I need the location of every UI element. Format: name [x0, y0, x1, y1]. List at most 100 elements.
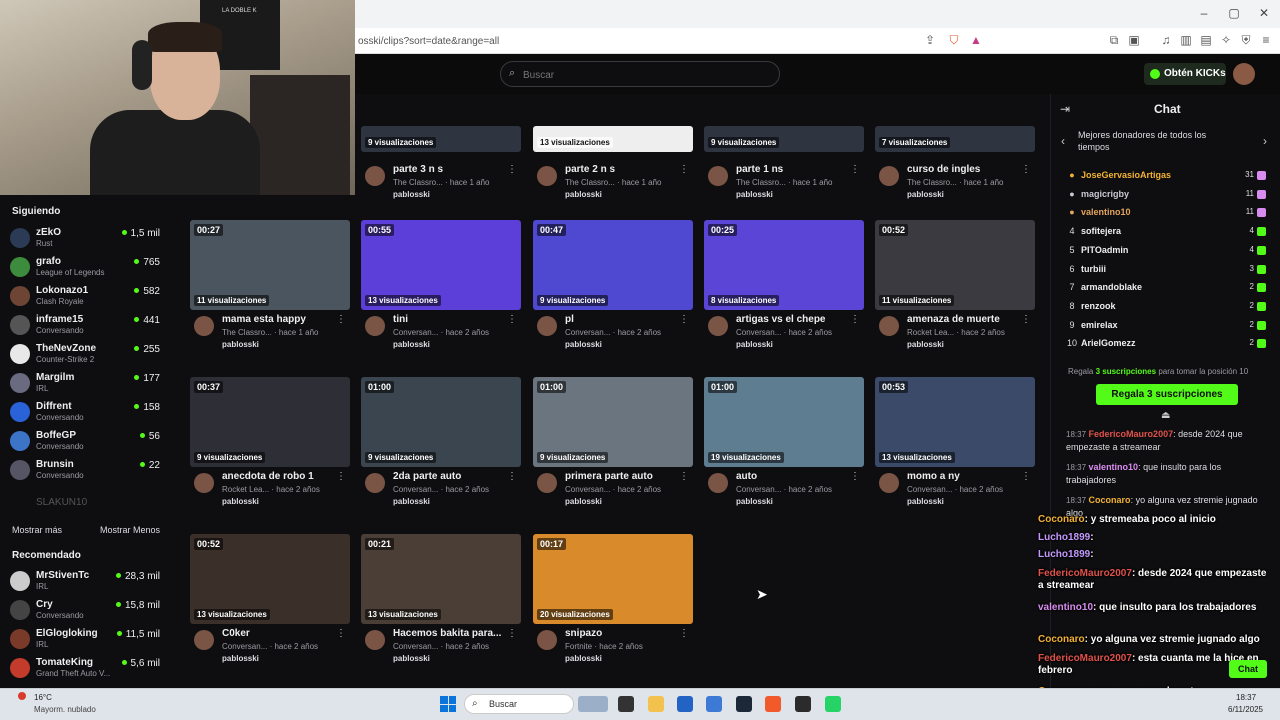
donor-name[interactable]: JoseGervasioArtigas: [1081, 170, 1171, 180]
task-view-icon[interactable]: [618, 696, 634, 712]
brave-icon[interactable]: [765, 696, 781, 712]
obs-icon[interactable]: [795, 696, 811, 712]
file-explorer-icon[interactable]: [648, 696, 664, 712]
sidebar-toggle-icon[interactable]: ▥: [1178, 33, 1194, 47]
whatsapp-icon[interactable]: [825, 696, 841, 712]
vpn-icon[interactable]: ⛨: [1238, 33, 1254, 48]
clip-title[interactable]: pl: [565, 314, 574, 325]
sidebar-channel[interactable]: Margilm IRL 177: [10, 371, 160, 400]
sidebar-channel[interactable]: inframe15 Conversando 441: [10, 313, 160, 342]
close-window-button[interactable]: ✕: [1254, 6, 1274, 20]
chevron-right-icon[interactable]: ›: [1263, 134, 1267, 148]
leo-icon[interactable]: ✧: [1218, 33, 1234, 47]
more-options-icon[interactable]: ⋮: [507, 628, 517, 639]
more-options-icon[interactable]: ⋮: [336, 471, 346, 482]
clip-card[interactable]: 00:21 13 visualizaciones Hacemos bakita pa…: [361, 534, 521, 666]
more-options-icon[interactable]: ⋮: [679, 628, 689, 639]
brave-shield-icon[interactable]: ⛉: [946, 33, 962, 48]
more-options-icon[interactable]: ⋮: [850, 314, 860, 325]
sidebar-channel[interactable]: TheNevZone Counter-Strike 2 255: [10, 342, 160, 371]
clip-card[interactable]: 00:53 13 visualizaciones momo a ny Conversa…: [875, 377, 1035, 509]
clip-card[interactable]: 00:52 11 visualizaciones amenaza de muerte…: [875, 220, 1035, 352]
windows-start-icon[interactable]: [440, 696, 456, 712]
clip-title[interactable]: 2da parte auto: [393, 471, 461, 482]
show-more-button[interactable]: Mostrar más: [12, 525, 62, 535]
clip-author[interactable]: pablosski: [907, 190, 944, 199]
clip-author[interactable]: pablosski: [565, 190, 602, 199]
clip-author[interactable]: pablosski: [907, 340, 944, 349]
more-options-icon[interactable]: ⋮: [1021, 471, 1031, 482]
clip-card[interactable]: 9 visualizaciones parte 1 ns The Classro..…: [704, 70, 864, 202]
clip-author[interactable]: pablosski: [222, 654, 259, 663]
clip-thumbnail[interactable]: 01:00 9 visualizaciones: [361, 377, 521, 467]
chevron-left-icon[interactable]: ‹: [1061, 134, 1065, 148]
clip-card[interactable]: 00:25 8 visualizaciones artigas vs el chep…: [704, 220, 864, 352]
message-user[interactable]: FedericoMauro2007: [1089, 429, 1174, 439]
sidebar-channel[interactable]: MrStivenTc IRL 28,3 mil: [10, 569, 160, 598]
clip-author[interactable]: pablosski: [222, 340, 259, 349]
more-options-icon[interactable]: ⋮: [1021, 314, 1031, 325]
more-options-icon[interactable]: ⋮: [679, 314, 689, 325]
clip-thumbnail[interactable]: 13 visualizaciones: [533, 126, 693, 152]
steam-icon[interactable]: [736, 696, 752, 712]
clip-author[interactable]: pablosski: [736, 190, 773, 199]
clip-title[interactable]: Hacemos bakita para...: [393, 628, 501, 639]
music-icon[interactable]: ♫: [1158, 33, 1174, 47]
sidebar-channel[interactable]: Diffrent Conversando 158: [10, 400, 160, 429]
clip-title[interactable]: primera parte auto: [565, 471, 653, 482]
sidebar-channel[interactable]: Brunsin Conversando 22: [10, 458, 160, 487]
clip-author[interactable]: pablosski: [222, 497, 259, 506]
clip-title[interactable]: amenaza de muerte: [907, 314, 1000, 325]
clip-author[interactable]: pablosski: [565, 340, 602, 349]
widget-icon[interactable]: [578, 696, 608, 712]
donor-name[interactable]: magicrigby: [1081, 189, 1129, 199]
clip-title[interactable]: momo a ny: [907, 471, 960, 482]
brave-rewards-icon[interactable]: ▲: [968, 33, 984, 47]
more-options-icon[interactable]: ⋮: [679, 164, 689, 175]
donor-name[interactable]: turbiii: [1081, 264, 1106, 274]
show-less-button[interactable]: Mostrar Menos: [100, 525, 160, 535]
maximize-button[interactable]: ▢: [1224, 6, 1244, 20]
more-options-icon[interactable]: ⋮: [679, 471, 689, 482]
more-options-icon[interactable]: ⋮: [336, 314, 346, 325]
donor-name[interactable]: armandoblake: [1081, 282, 1142, 292]
user-avatar[interactable]: [1233, 63, 1255, 85]
donor-name[interactable]: ArielGomezz: [1081, 338, 1136, 348]
clip-title[interactable]: auto: [736, 471, 757, 482]
clip-card[interactable]: 00:37 9 visualizaciones anecdota de robo 1…: [190, 377, 350, 509]
clip-card[interactable]: 00:27 11 visualizaciones mama esta happy Th…: [190, 220, 350, 352]
clip-thumbnail[interactable]: 00:17 20 visualizaciones: [533, 534, 693, 624]
clip-thumbnail[interactable]: 9 visualizaciones: [704, 126, 864, 152]
clip-author[interactable]: pablosski: [565, 654, 602, 663]
clip-thumbnail[interactable]: 00:27 11 visualizaciones: [190, 220, 350, 310]
more-options-icon[interactable]: ⋮: [507, 164, 517, 175]
donor-name[interactable]: sofitejera: [1081, 226, 1121, 236]
offline-channel[interactable]: SLAKUN10: [36, 497, 87, 508]
clock-time[interactable]: 18:37: [1236, 693, 1256, 702]
clip-author[interactable]: pablosski: [393, 340, 430, 349]
collapse-chat-icon[interactable]: ⇥: [1060, 102, 1070, 116]
donor-name[interactable]: renzook: [1081, 301, 1116, 311]
clip-author[interactable]: pablosski: [736, 340, 773, 349]
taskbar-search[interactable]: ⌕ Buscar: [464, 694, 574, 714]
more-options-icon[interactable]: ⋮: [850, 471, 860, 482]
clip-card[interactable]: 13 visualizaciones parte 2 n s The Classro…: [533, 70, 693, 202]
sidebar-channel[interactable]: TomateKing Grand Theft Auto V... 5,6 mil: [10, 656, 160, 685]
weather-desc[interactable]: Mayorm. nublado: [34, 705, 96, 714]
clip-title[interactable]: parte 2 n s: [565, 164, 615, 175]
clip-thumbnail[interactable]: 00:52 11 visualizaciones: [875, 220, 1035, 310]
clip-title[interactable]: tini: [393, 314, 408, 325]
clip-author[interactable]: pablosski: [736, 497, 773, 506]
clip-title[interactable]: artigas vs el chepe: [736, 314, 826, 325]
store-icon[interactable]: [677, 696, 693, 712]
clip-thumbnail[interactable]: 00:47 9 visualizaciones: [533, 220, 693, 310]
message-user[interactable]: Coconaro: [1089, 495, 1131, 505]
clip-title[interactable]: parte 1 ns: [736, 164, 783, 175]
clip-card[interactable]: 00:55 13 visualizaciones tini Conversan... …: [361, 220, 521, 352]
more-options-icon[interactable]: ⋮: [507, 314, 517, 325]
clip-author[interactable]: pablosski: [393, 654, 430, 663]
get-kicks-button[interactable]: Obtén KICKs: [1144, 63, 1226, 85]
sidebar-channel[interactable]: ElGlogloking IRL 11,5 mil: [10, 627, 160, 656]
clip-thumbnail[interactable]: 00:52 13 visualizaciones: [190, 534, 350, 624]
clip-thumbnail[interactable]: 01:00 19 visualizaciones: [704, 377, 864, 467]
